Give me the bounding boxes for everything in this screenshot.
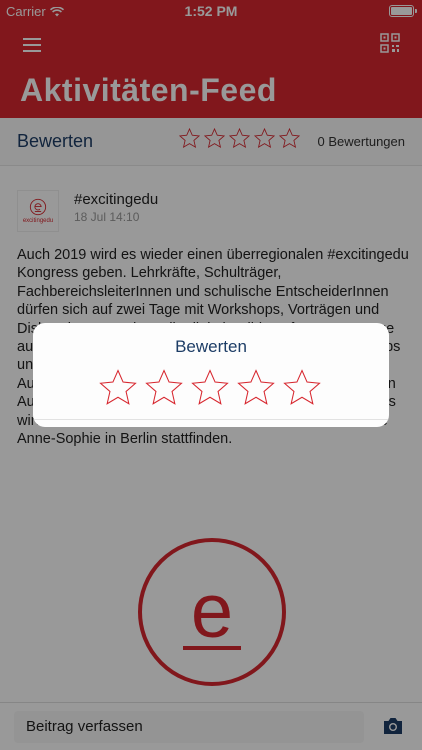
rating-dialog: Bewerten (33, 323, 389, 427)
star-icon[interactable] (281, 367, 323, 409)
dialog-title: Bewerten (175, 337, 247, 356)
star-icon[interactable] (235, 367, 277, 409)
star-icon[interactable] (143, 367, 185, 409)
star-icon[interactable] (97, 367, 139, 409)
dialog-divider (33, 419, 389, 420)
dialog-stars[interactable] (97, 367, 323, 409)
star-icon[interactable] (189, 367, 231, 409)
